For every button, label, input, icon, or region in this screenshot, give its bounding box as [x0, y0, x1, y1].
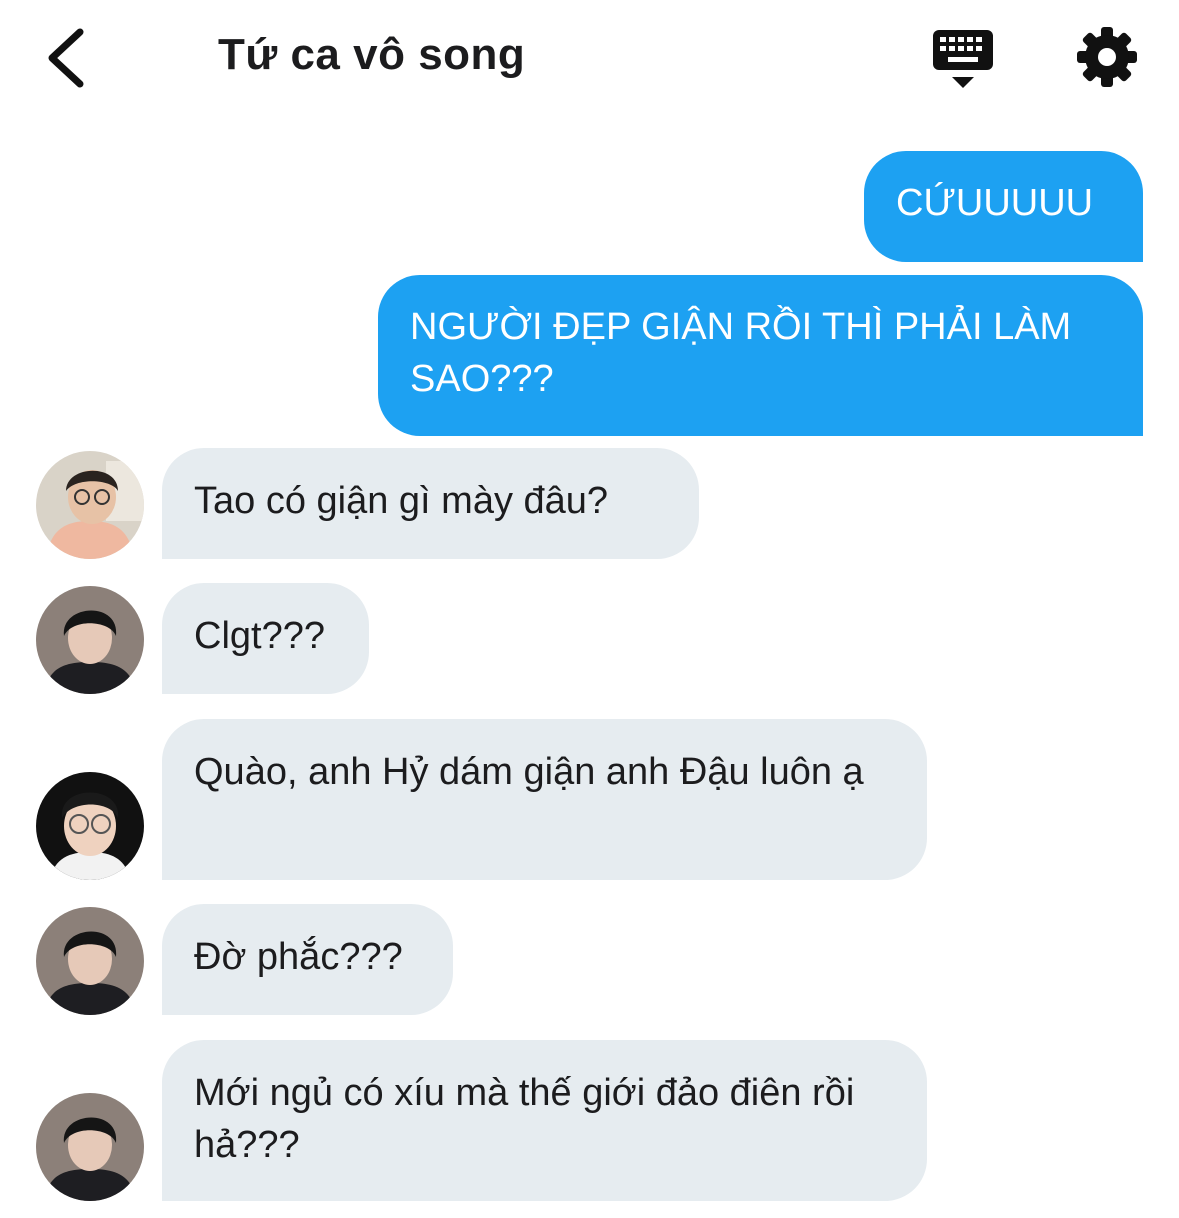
chat-title: Tứ ca vô song [218, 30, 526, 79]
outgoing-message[interactable]: CỨUUUUU [864, 151, 1143, 262]
outgoing-message[interactable]: NGƯỜI ĐẸP GIẬN RỒI THÌ PHẢI LÀM SAO??? [378, 275, 1143, 436]
message-text: Tao có giận gì mày đâu? [194, 480, 609, 522]
incoming-message[interactable]: Đờ phắc??? [162, 904, 453, 1015]
incoming-message[interactable]: Clgt??? [162, 583, 369, 694]
settings-button[interactable] [1074, 24, 1140, 90]
avatar[interactable] [36, 772, 144, 880]
chat-header: Tứ ca vô song [0, 0, 1179, 120]
avatar[interactable] [36, 586, 144, 694]
message-text: Mới ngủ có xíu mà thế giới đảo điên rồi … [194, 1072, 855, 1166]
avatar-black-hair [36, 1093, 144, 1201]
incoming-message[interactable]: Mới ngủ có xíu mà thế giới đảo điên rồi … [162, 1040, 927, 1201]
avatar[interactable] [36, 451, 144, 559]
avatar[interactable] [36, 1093, 144, 1201]
avatar-black-hair [36, 907, 144, 1015]
avatar[interactable] [36, 907, 144, 1015]
avatar-black-hair [36, 586, 144, 694]
keyboard-icon [933, 30, 993, 88]
avatar-glasses-orange-shirt [36, 451, 144, 559]
incoming-message[interactable]: Quào, anh Hỷ dám giận anh Đậu luôn ạ [162, 719, 927, 880]
gear-icon [1077, 27, 1137, 87]
chevron-left-icon [48, 28, 84, 88]
message-text: Đờ phắc??? [194, 936, 403, 978]
message-text: NGƯỜI ĐẸP GIẬN RỒI THÌ PHẢI LÀM SAO??? [410, 306, 1072, 400]
avatar-round-glasses [36, 772, 144, 880]
message-text: CỨUUUUU [896, 182, 1094, 224]
message-text: Clgt??? [194, 615, 325, 657]
keyboard-button[interactable] [930, 26, 996, 92]
incoming-message[interactable]: Tao có giận gì mày đâu? [162, 448, 699, 559]
message-text: Quào, anh Hỷ dám giận anh Đậu luôn ạ [194, 751, 864, 793]
back-button[interactable] [40, 22, 100, 94]
